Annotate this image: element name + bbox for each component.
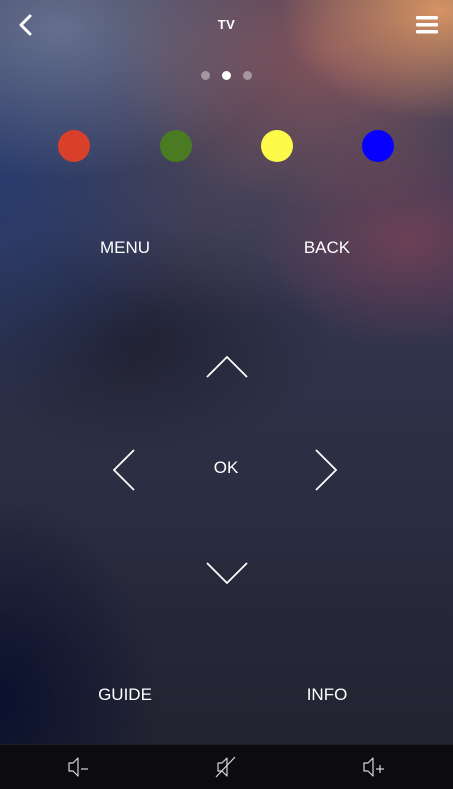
info-button[interactable]: INFO [272, 685, 382, 705]
mute-button[interactable] [213, 755, 239, 779]
page-indicator [0, 71, 453, 80]
dpad-up-button[interactable] [203, 352, 251, 382]
chevron-up-icon [206, 355, 248, 378]
volume-bar [0, 744, 453, 789]
color-button-row [0, 130, 453, 164]
menu-button[interactable] [413, 10, 443, 40]
dpad-down-button[interactable] [203, 558, 251, 588]
guide-button[interactable]: GUIDE [70, 685, 180, 705]
page-title: TV [217, 17, 236, 32]
mute-icon [215, 756, 236, 778]
volume-up-icon [363, 757, 384, 777]
ok-button[interactable]: OK [196, 458, 256, 484]
volume-down-button[interactable] [66, 755, 92, 779]
dpad-left-button[interactable] [108, 446, 140, 494]
chevron-right-icon [315, 449, 338, 491]
volume-up-button[interactable] [361, 755, 387, 779]
red-button[interactable] [58, 130, 90, 162]
menu-key-button[interactable]: MENU [70, 238, 180, 258]
blue-button[interactable] [362, 130, 394, 162]
dpad-right-button[interactable] [310, 446, 342, 494]
page-dot-2[interactable] [222, 71, 231, 80]
volume-down-icon [68, 757, 88, 777]
chevron-down-icon [206, 562, 248, 585]
page-dot-1[interactable] [201, 71, 210, 80]
hamburger-menu-icon [416, 16, 438, 34]
green-button[interactable] [160, 130, 192, 162]
page-dot-3[interactable] [243, 71, 252, 80]
yellow-button[interactable] [261, 130, 293, 162]
chevron-left-icon [112, 449, 135, 491]
back-key-button[interactable]: BACK [272, 238, 382, 258]
top-bar: TV [0, 0, 453, 50]
